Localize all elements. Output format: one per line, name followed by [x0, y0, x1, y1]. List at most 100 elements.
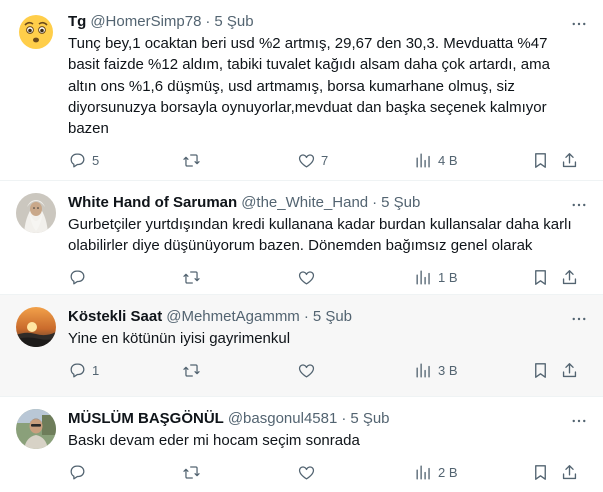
like-icon	[298, 271, 315, 285]
reply-icon	[70, 153, 85, 168]
share-icon	[562, 153, 577, 168]
retweet-button[interactable]	[182, 151, 206, 170]
separator-dot: ·	[303, 308, 309, 325]
bookmark-button[interactable]	[531, 268, 550, 287]
like-icon	[298, 154, 315, 168]
tweet-actions: 5 7 4 B	[68, 145, 587, 175]
retweet-icon	[183, 271, 200, 284]
tweet-text: Baskı devam eder mi hocam seçim sonrada	[68, 432, 360, 449]
share-icon	[562, 270, 577, 285]
tweet-header: Tg @HomerSimp78 · 5 Şub	[68, 12, 587, 32]
tweet-header: MÜSLÜM BAŞGÖNÜL @basgonul4581 · 5 Şub	[68, 409, 587, 429]
share-button[interactable]	[560, 361, 579, 380]
tweet-actions: 2 B	[68, 457, 587, 487]
timestamp[interactable]: 5 Şub	[313, 307, 352, 327]
replies-count: 5	[92, 152, 100, 168]
views-button[interactable]: 4 B	[414, 151, 458, 170]
bookmark-icon	[535, 270, 546, 285]
share-button[interactable]	[560, 463, 579, 482]
share-button[interactable]	[560, 268, 579, 287]
sunset-avatar[interactable]	[16, 307, 56, 347]
tweet-header: Köstekli Saat @MehmetAgammm · 5 Şub	[68, 307, 587, 327]
reply-button[interactable]	[68, 268, 92, 287]
views-button[interactable]: 1 B	[414, 268, 458, 287]
display-name[interactable]: Tg	[68, 12, 86, 32]
like-button[interactable]	[297, 361, 321, 380]
tweet[interactable]: MÜSLÜM BAŞGÖNÜL @basgonul4581 · 5 Şub Ba…	[0, 397, 603, 492]
share-icon	[562, 464, 577, 479]
timestamp[interactable]: 5 Şub	[214, 12, 253, 32]
worried-emoji-avatar[interactable]	[16, 12, 56, 52]
more-icon	[572, 419, 586, 423]
share-icon	[562, 362, 577, 377]
reply-icon	[70, 270, 85, 285]
bookmark-icon	[535, 362, 546, 378]
reply-button[interactable]	[68, 463, 92, 482]
bookmark-icon	[535, 464, 546, 480]
saruman-avatar[interactable]	[16, 193, 56, 233]
views-icon	[416, 465, 430, 480]
tweet[interactable]: White Hand of Saruman @the_White_Hand · …	[0, 181, 603, 295]
more-icon[interactable]	[569, 309, 589, 329]
like-button[interactable]	[297, 463, 321, 482]
like-icon	[298, 466, 315, 480]
tweet-text: Yine en kötünün iyisi gayrimenkul	[68, 330, 291, 347]
bookmark-icon	[535, 153, 546, 168]
more-icon[interactable]	[569, 411, 589, 431]
tweet[interactable]: Köstekli Saat @MehmetAgammm · 5 Şub Yine…	[0, 295, 603, 397]
views-icon	[416, 270, 430, 285]
timestamp[interactable]: 5 Şub	[350, 409, 389, 429]
bookmark-button[interactable]	[531, 361, 550, 380]
tweet-text: Tunç bey,1 ocaktan beri usd %2 artmış, 2…	[68, 35, 550, 138]
tweet[interactable]: Tg @HomerSimp78 · 5 Şub Tunç bey,1 ocakt…	[0, 0, 603, 181]
user-handle[interactable]: @the_White_Hand	[241, 193, 368, 213]
views-icon	[416, 363, 430, 378]
views-button[interactable]: 3 B	[414, 361, 458, 380]
tweet-actions: 1 3 B	[68, 355, 587, 385]
user-handle[interactable]: @HomerSimp78	[90, 12, 201, 32]
man-photo-avatar[interactable]	[16, 409, 56, 449]
retweet-icon	[183, 364, 200, 377]
bookmark-button[interactable]	[531, 463, 550, 482]
user-handle[interactable]: @basgonul4581	[228, 409, 337, 429]
timestamp[interactable]: 5 Şub	[381, 193, 420, 213]
like-icon	[298, 364, 315, 378]
views-count: 4 B	[438, 152, 458, 168]
display-name[interactable]: Köstekli Saat	[68, 307, 162, 327]
separator-dot: ·	[341, 410, 347, 427]
more-icon	[572, 317, 586, 321]
tweet-text: Gurbetçiler yurtdışından kredi kullanana…	[68, 216, 572, 255]
views-count: 3 B	[438, 362, 458, 378]
tweet-actions: 1 B	[68, 263, 587, 293]
separator-dot: ·	[205, 13, 211, 30]
separator-dot: ·	[372, 194, 378, 211]
display-name[interactable]: White Hand of Saruman	[68, 193, 237, 213]
share-button[interactable]	[560, 151, 579, 170]
retweet-button[interactable]	[182, 361, 206, 380]
like-button[interactable]	[297, 268, 321, 287]
retweet-icon	[183, 466, 200, 479]
more-icon[interactable]	[569, 14, 589, 34]
views-button[interactable]: 2 B	[414, 463, 458, 482]
like-button[interactable]: 7	[297, 151, 328, 170]
bookmark-button[interactable]	[531, 151, 550, 170]
views-icon	[416, 153, 430, 168]
retweet-button[interactable]	[182, 268, 206, 287]
tweet-header: White Hand of Saruman @the_White_Hand · …	[68, 193, 587, 213]
views-count: 2 B	[438, 464, 458, 480]
views-count: 1 B	[438, 270, 458, 286]
replies-count: 1	[92, 362, 100, 378]
user-handle[interactable]: @MehmetAgammm	[166, 307, 300, 327]
reply-icon	[70, 363, 85, 378]
more-icon	[572, 203, 586, 207]
display-name[interactable]: MÜSLÜM BAŞGÖNÜL	[68, 409, 224, 429]
retweet-button[interactable]	[182, 463, 206, 482]
more-icon[interactable]	[569, 195, 589, 215]
reply-button[interactable]: 1	[68, 361, 99, 380]
reply-icon	[70, 465, 85, 480]
more-icon	[572, 22, 586, 26]
likes-count: 7	[321, 152, 329, 168]
reply-button[interactable]: 5	[68, 151, 99, 170]
timeline: Tg @HomerSimp78 · 5 Şub Tunç bey,1 ocakt…	[0, 0, 603, 492]
retweet-icon	[183, 154, 200, 167]
